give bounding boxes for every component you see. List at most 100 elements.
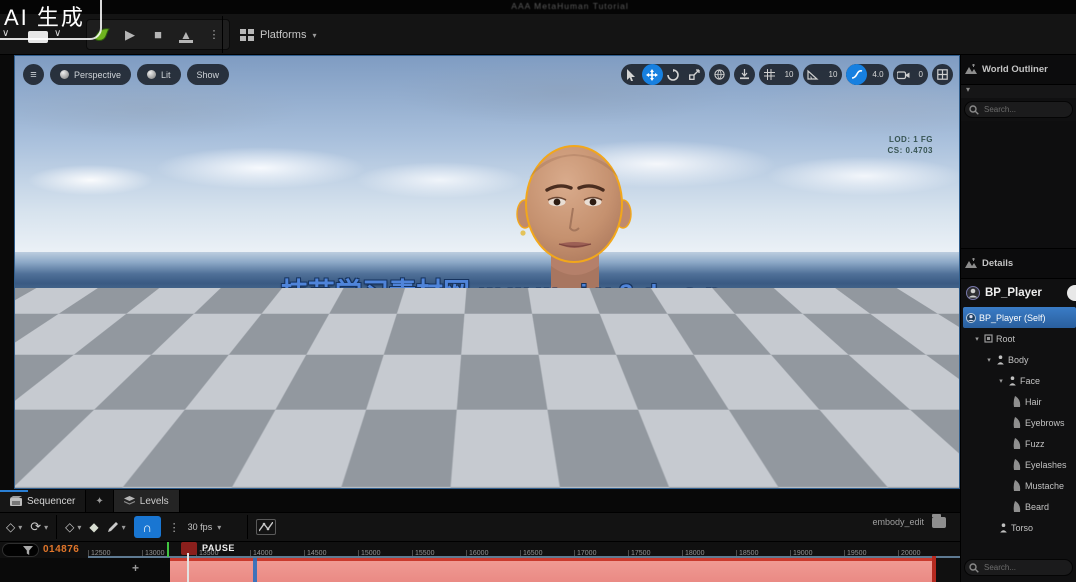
rotate-tool-icon[interactable] — [663, 64, 684, 85]
add-component-button[interactable] — [1067, 285, 1076, 301]
tab-sequencer[interactable]: Sequencer — [0, 490, 86, 512]
ruler-tick: 15000 — [358, 550, 412, 558]
lit-sphere-icon — [147, 70, 156, 79]
unreal-editor-window: AAA MetaHuman Tutorial ▶ ■ ▲ ⋮ Platforms… — [0, 0, 1076, 582]
camera-count[interactable]: 0 — [914, 70, 928, 79]
component-row-self[interactable]: BP_Player (Self) — [963, 307, 1076, 328]
maximize-viewport-icon[interactable] — [932, 64, 953, 85]
keyframe-settings-dropdown[interactable]: ◇▾ — [65, 520, 81, 534]
details-search-input[interactable] — [982, 562, 1068, 573]
ai-generated-label: AI 生成 — [4, 0, 85, 32]
add-keyframe-button[interactable]: ◆ — [89, 520, 98, 534]
move-tool-icon[interactable] — [642, 64, 663, 85]
lit-dropdown[interactable]: Lit — [137, 64, 181, 85]
timeline-filter-pill[interactable] — [2, 543, 39, 557]
component-row-beard[interactable]: Beard — [961, 496, 1076, 517]
viewport-menu-icon[interactable]: ≡ — [23, 64, 44, 85]
rotation-snap-value[interactable]: 10 — [824, 70, 843, 79]
sequencer-timeline[interactable]: 014876 125001300013500140001450015000155… — [0, 542, 960, 582]
chevron-down-icon: ▾ — [77, 523, 81, 532]
platforms-dropdown[interactable]: Platforms ▾ — [232, 22, 324, 48]
snap-options-kebab-icon[interactable]: ⋮ — [169, 521, 180, 534]
track-header-area[interactable]: + — [0, 558, 170, 582]
camera-icon[interactable] — [893, 64, 914, 85]
surface-snap-icon[interactable] — [734, 64, 755, 85]
edit-tools-dropdown[interactable]: ▾ — [107, 521, 126, 533]
component-label: Beard — [1025, 502, 1049, 512]
outliner-tree-area[interactable] — [961, 121, 1076, 249]
ruler-tick: 14500 — [304, 550, 358, 558]
component-label: Body — [1008, 355, 1029, 365]
show-label: Show — [197, 70, 220, 80]
tab-misc-panel[interactable]: ✦ — [86, 490, 113, 512]
outliner-searchbox[interactable] — [964, 101, 1073, 118]
transform-gizmo[interactable] — [33, 418, 89, 480]
expander-caret-icon[interactable]: ▾ — [985, 356, 993, 364]
component-label: Mustache — [1025, 481, 1064, 491]
play-icon[interactable]: ▶ — [121, 24, 139, 46]
world-space-icon[interactable] — [709, 64, 730, 85]
kebab-icon[interactable]: ⋮ — [205, 24, 223, 46]
select-tool-icon[interactable] — [621, 64, 642, 85]
outliner-filter-row[interactable]: ▾ — [961, 85, 1076, 98]
eject-icon[interactable]: ▲ — [177, 24, 195, 46]
perspective-dropdown[interactable]: Perspective — [50, 64, 131, 85]
component-row-fuzz[interactable]: Fuzz — [961, 433, 1076, 454]
component-icon — [984, 334, 993, 343]
grid-snap-value[interactable]: 10 — [780, 70, 799, 79]
playhead-line[interactable] — [187, 553, 189, 582]
curve-editor-button[interactable] — [256, 519, 276, 535]
level-viewport[interactable]: ≡ Perspective Lit Show — [14, 55, 960, 489]
component-row-mustache[interactable]: Mustache — [961, 475, 1076, 496]
sequence-asset-icon[interactable] — [932, 517, 946, 528]
component-row-eyelashes[interactable]: Eyelashes — [961, 454, 1076, 475]
filled-diamond-icon: ◆ — [89, 520, 98, 534]
component-row-root[interactable]: ▾ Root — [961, 328, 1076, 349]
stop-icon[interactable]: ■ — [149, 24, 167, 46]
selected-section-band[interactable] — [170, 558, 933, 582]
playback-start-marker[interactable] — [167, 542, 169, 557]
snap-magnet-button[interactable]: ∩ — [134, 516, 161, 538]
marked-frame-flag[interactable] — [181, 542, 197, 555]
fps-dropdown[interactable]: 30 fps ▾ — [188, 522, 222, 532]
details-tab[interactable]: Details — [961, 249, 1076, 279]
outliner-tab[interactable]: World Outliner — [961, 55, 1076, 85]
keyframe-diamond-icon: ◇ — [65, 520, 74, 534]
component-label: Eyebrows — [1025, 418, 1065, 428]
current-frame-value[interactable]: 014876 — [43, 544, 79, 555]
skeletal-mesh-icon — [1008, 376, 1017, 386]
component-row-hair[interactable]: Hair — [961, 391, 1076, 412]
scale-tool-icon[interactable] — [684, 64, 705, 85]
camera-speed-icon[interactable] — [846, 64, 867, 85]
camera-speed-value[interactable]: 4.0 — [867, 70, 888, 79]
component-row-eyebrows[interactable]: Eyebrows — [961, 412, 1076, 433]
component-label: BP_Player (Self) — [979, 313, 1046, 323]
playback-end-marker[interactable] — [932, 556, 936, 582]
grid-snap-icon[interactable] — [759, 64, 780, 85]
show-dropdown[interactable]: Show — [187, 64, 230, 85]
component-row-torso[interactable]: Torso — [961, 517, 1076, 538]
expander-caret-icon[interactable]: ▾ — [973, 335, 981, 343]
sequence-name[interactable]: embody_edit — [872, 517, 924, 527]
component-row-face[interactable]: ▾ Face — [961, 370, 1076, 391]
main-toolbar: ▶ ■ ▲ ⋮ Platforms ▾ — [0, 14, 1076, 55]
camera-perspective-icon — [60, 70, 69, 79]
autokey-options[interactable]: ⟳▾ — [30, 519, 48, 535]
rotation-snap-icon[interactable] — [803, 64, 824, 85]
groom-icon — [1013, 480, 1022, 491]
keyframe-dropdown[interactable]: ◇▾ — [6, 520, 22, 534]
ruler-tick: 17500 — [628, 550, 682, 558]
component-row-body[interactable]: ▾ Body — [961, 349, 1076, 370]
site-watermark: 技艺学习素材网www.jy3d.cn — [281, 271, 730, 310]
details-searchbox[interactable] — [964, 559, 1073, 576]
add-track-icon[interactable]: + — [132, 561, 139, 575]
ruler-tick: 18000 — [682, 550, 736, 558]
component-label: Root — [996, 334, 1015, 344]
outliner-search-input[interactable] — [982, 104, 1068, 115]
tab-levels[interactable]: Levels — [114, 490, 180, 512]
expander-caret-icon[interactable]: ▾ — [997, 377, 1005, 385]
toolbar-separator — [222, 16, 223, 53]
lit-label: Lit — [161, 70, 171, 80]
blueprint-icon — [966, 313, 976, 323]
groom-icon — [1013, 417, 1022, 428]
